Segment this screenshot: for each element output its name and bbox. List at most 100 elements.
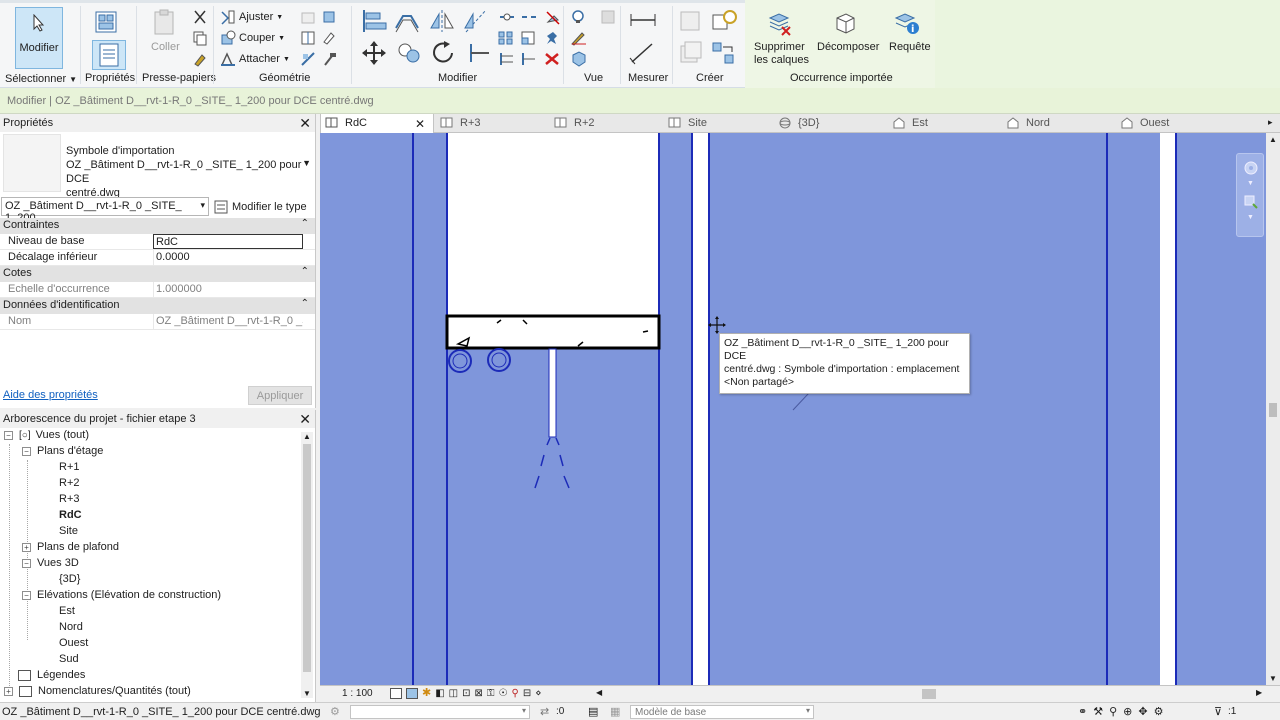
explode-icon[interactable] xyxy=(832,10,858,39)
select-pinned-icon[interactable]: ⚲ xyxy=(1109,705,1117,718)
mirror-axis-icon[interactable] xyxy=(428,8,456,37)
scale-icon[interactable] xyxy=(520,30,538,49)
category-dimensions[interactable]: Cotes ⌃ xyxy=(0,266,315,282)
offset-icon[interactable] xyxy=(393,8,421,37)
tabs-overflow-icon[interactable]: ▸ xyxy=(1268,117,1273,128)
design-option-select[interactable]: Modèle de base ▾ xyxy=(630,705,814,719)
collapse-toggle-icon[interactable]: − xyxy=(4,430,13,440)
align-icon[interactable] xyxy=(360,8,388,37)
chevron-down-icon[interactable]: ▼ xyxy=(1247,214,1254,221)
horizontal-scrollbar-thumb[interactable] xyxy=(922,689,936,699)
detail-level-icon[interactable] xyxy=(390,688,402,699)
tree-node-rdc-active[interactable]: RdC xyxy=(59,509,82,521)
tree-node-ouest[interactable]: Ouest xyxy=(59,637,88,649)
query-icon[interactable]: i xyxy=(893,10,921,39)
tab-site[interactable]: Site xyxy=(664,114,776,133)
paint-icon[interactable] xyxy=(321,30,337,49)
cut-geometry-button[interactable]: Couper ▼ xyxy=(220,30,285,46)
chevron-down-icon[interactable]: ▼ xyxy=(302,158,311,168)
mirror-draw-icon[interactable] xyxy=(462,8,490,37)
hide-lightbulb-icon[interactable] xyxy=(570,9,588,28)
visual-style-icon[interactable] xyxy=(406,688,418,699)
select-links-icon[interactable]: ⚭ xyxy=(1078,705,1087,718)
editing-requests-icon[interactable]: ⇄ xyxy=(540,705,549,718)
base-level-field[interactable]: RdC xyxy=(153,234,303,249)
pin-icon[interactable] xyxy=(544,30,562,49)
drawing-canvas[interactable]: OZ _Bâtiment D__rvt-1-R_0 _SITE_ 1_200 p… xyxy=(320,133,1266,685)
tree-node-views[interactable]: − [○] Vues (tout) xyxy=(4,429,89,441)
tree-node-ceiling-plans[interactable]: + Plans de plafond xyxy=(22,541,119,553)
analytical-model-icon[interactable]: ⋄ xyxy=(535,688,541,699)
sun-path-icon[interactable]: ✱ xyxy=(422,688,431,699)
tree-node-site[interactable]: Site xyxy=(59,525,78,537)
close-icon[interactable]: ✕ xyxy=(299,115,311,132)
render-icon[interactable]: ◫ xyxy=(449,688,458,699)
delete-icon[interactable] xyxy=(544,52,560,69)
tree-node-3d[interactable]: {3D} xyxy=(59,573,80,585)
scroll-down-icon[interactable]: ▼ xyxy=(303,689,311,698)
tab-ouest[interactable]: Ouest xyxy=(1120,114,1260,133)
cut-scissors-icon[interactable] xyxy=(192,9,208,28)
select-dropdown[interactable]: Sélectionner ▼ xyxy=(5,73,77,85)
copy-element-icon[interactable] xyxy=(395,40,423,69)
shadows-icon[interactable]: ◧ xyxy=(435,688,444,699)
apply-button[interactable]: Appliquer xyxy=(248,386,312,405)
collapse-toggle-icon[interactable]: − xyxy=(22,590,31,600)
tree-node-r3[interactable]: R+3 xyxy=(59,493,80,505)
drag-elements-icon[interactable]: ✥ xyxy=(1138,705,1147,718)
tab-r3[interactable]: R+3 xyxy=(436,114,548,133)
delete-layers-icon[interactable] xyxy=(766,10,792,39)
close-icon[interactable]: ✕ xyxy=(299,411,311,428)
tab-est[interactable]: Est xyxy=(892,114,1004,133)
delete-layers-label[interactable]: Supprimer les calques xyxy=(754,41,809,67)
override-graphics-icon[interactable] xyxy=(600,9,618,28)
tab-rdc[interactable]: RdC ✕ xyxy=(320,114,434,133)
split-element-icon[interactable] xyxy=(498,9,516,28)
view-scale[interactable]: 1 : 100 xyxy=(342,688,373,699)
scroll-up-icon[interactable]: ▲ xyxy=(303,432,311,441)
create-assembly-icon[interactable] xyxy=(678,9,704,38)
scrollbar-thumb[interactable] xyxy=(1269,403,1277,417)
reveal-hidden-icon[interactable]: ⚲ xyxy=(512,688,519,699)
workset-select[interactable]: ▾ xyxy=(350,705,530,719)
adjust-button[interactable]: Ajuster ▼ xyxy=(220,9,283,25)
collapse-toggle-icon[interactable]: − xyxy=(22,558,31,568)
selection-box-icon[interactable] xyxy=(570,51,588,70)
worksets-icon[interactable]: ⚙ xyxy=(330,705,340,718)
trim-single-icon[interactable] xyxy=(520,51,538,70)
create-group-icon[interactable] xyxy=(678,40,704,69)
properties-help-link[interactable]: Aide des propriétés xyxy=(3,389,98,401)
collapse-toggle-icon[interactable]: − xyxy=(22,446,31,456)
filter-icon[interactable]: ⊽ xyxy=(1214,705,1222,718)
tree-node-elevations[interactable]: − Elévations (Elévation de construction) xyxy=(22,589,221,601)
tree-node-3d-views[interactable]: − Vues 3D xyxy=(22,557,79,569)
type-properties-icon[interactable] xyxy=(92,10,124,36)
split-gap-icon[interactable] xyxy=(520,9,538,28)
canvas-vertical-scrollbar[interactable]: ▲ ▼ xyxy=(1266,133,1280,685)
lock-3d-icon[interactable]: ⚿ xyxy=(487,688,495,699)
tree-node-sud[interactable]: Sud xyxy=(59,653,79,665)
create-similar-icon[interactable] xyxy=(710,40,738,69)
tree-node-floor-plans[interactable]: − Plans d'étage xyxy=(22,445,103,457)
array-icon[interactable] xyxy=(498,30,516,49)
modify-button[interactable]: Modifier xyxy=(15,7,63,69)
browser-scrollbar[interactable]: ▲ ▼ xyxy=(301,432,313,698)
temporary-hide-icon[interactable]: ☉ xyxy=(499,688,508,699)
trim-multiple-icon[interactable] xyxy=(498,51,516,70)
instance-filter-select[interactable]: OZ _Bâtiment D__rvt-1-R_0 _SITE_ 1_200 ▾ xyxy=(1,197,209,224)
tab-r2[interactable]: R+2 xyxy=(550,114,662,133)
scroll-down-icon[interactable]: ▼ xyxy=(1269,674,1277,683)
query-label[interactable]: Requête xyxy=(889,41,931,53)
create-parts-icon[interactable] xyxy=(710,9,738,38)
match-properties-icon[interactable] xyxy=(192,51,208,70)
copy-icon[interactable] xyxy=(192,30,208,49)
chevron-down-icon[interactable]: ▼ xyxy=(1247,180,1254,187)
join-geometry-icon[interactable] xyxy=(300,9,316,28)
split-face-icon[interactable] xyxy=(300,30,316,49)
temporary-properties-icon[interactable]: ⊟ xyxy=(523,688,531,699)
wall-joins-icon[interactable] xyxy=(321,9,337,28)
tree-node-r2[interactable]: R+2 xyxy=(59,477,80,489)
explode-label[interactable]: Décomposer xyxy=(817,41,879,53)
background-process-icon[interactable]: ⚙ xyxy=(1154,705,1164,718)
navigation-bar[interactable]: ▼ ▼ xyxy=(1236,153,1264,237)
